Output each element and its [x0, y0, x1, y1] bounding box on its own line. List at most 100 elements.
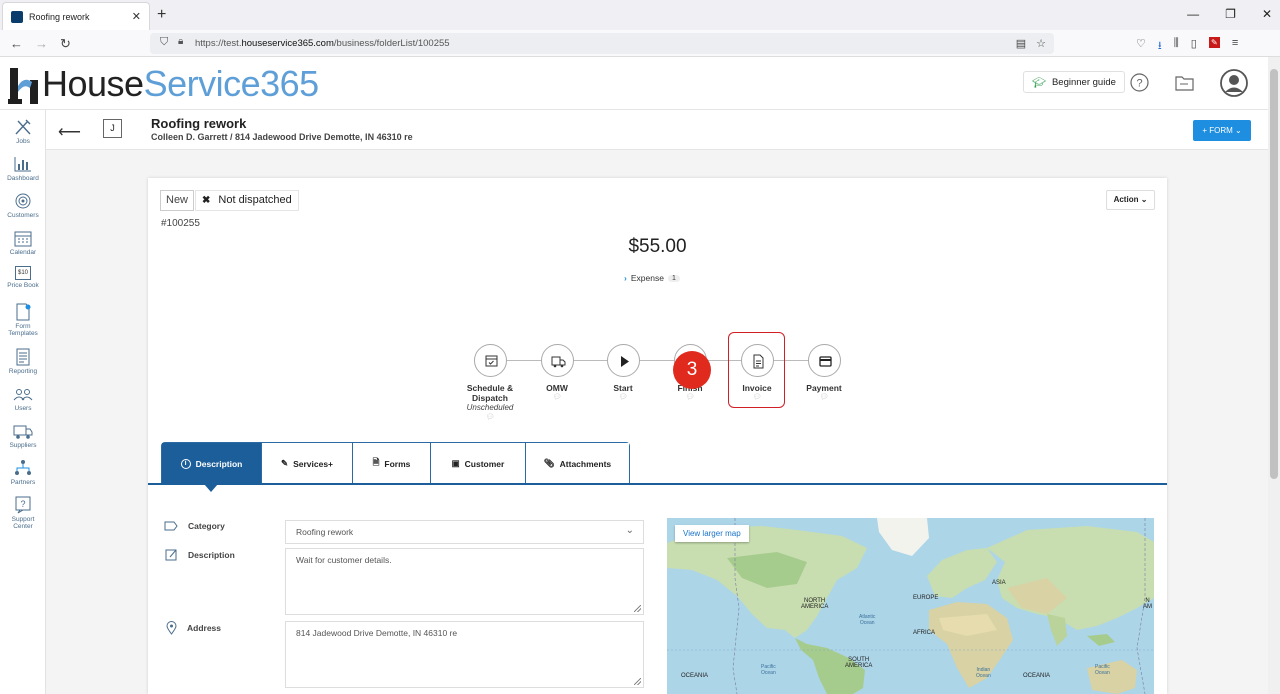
sidebar-item-price-book[interactable]: $10 Price Book	[0, 266, 46, 289]
view-larger-map-button[interactable]: View larger map	[675, 525, 749, 542]
resize-handle-icon[interactable]	[634, 678, 641, 685]
pencil-icon: ✎	[280, 458, 289, 468]
graduation-cap-icon: 🎓︎	[1032, 76, 1046, 89]
restore-icon[interactable]: ❐	[1225, 7, 1236, 21]
help-icon: ?	[13, 496, 33, 514]
reload-icon[interactable]: ↻	[60, 36, 71, 52]
close-icon: ✖	[202, 195, 211, 206]
dispatch-status-badge[interactable]: ✖ Not dispatched	[195, 190, 299, 211]
resize-handle-icon[interactable]	[634, 605, 641, 612]
tag-icon	[164, 521, 178, 531]
help-icon[interactable]: ?	[1130, 73, 1149, 92]
app-header: HouseService365 🎓︎ Beginner guide ?	[0, 57, 1268, 110]
dispatch-status-label: Not dispatched	[218, 194, 292, 206]
sidebar-item-users[interactable]: Users	[0, 385, 46, 412]
menu-icon[interactable]: ≡	[1232, 37, 1238, 56]
sidebar-item-label: Price Book	[7, 282, 39, 289]
map-label-north-america-right: N AM	[1143, 598, 1152, 610]
map-label-europe: EUROPE	[913, 595, 939, 601]
sidebar: Jobs Dashboard Customers Calendar $10 Pr…	[0, 110, 46, 694]
tab-label: Customer	[464, 458, 505, 469]
chevron-down-icon: ⌄	[625, 525, 634, 536]
map-label-south-america: SOUTH AMERICA	[845, 657, 873, 669]
chart-icon	[13, 155, 33, 173]
close-tab-icon[interactable]: ✕	[132, 10, 141, 23]
tab-forms[interactable]: 🗎︎ Forms	[353, 443, 431, 484]
sidebar-item-label: Support Center	[11, 516, 35, 530]
map-view[interactable]: NORTH AMERICA EUROPE ASIA AFRICA SOUTH AME…	[667, 518, 1154, 694]
sidebar-toggle-icon[interactable]: ▯	[1191, 37, 1197, 56]
tab-attachments[interactable]: 📎︎ Attachments	[526, 443, 629, 484]
category-label: Category	[164, 521, 225, 531]
tab-services[interactable]: ✎ Services+	[262, 443, 353, 484]
sidebar-item-jobs[interactable]: Jobs	[0, 118, 46, 145]
tab-label: Attachments	[559, 458, 612, 469]
sidebar-item-dashboard[interactable]: Dashboard	[0, 155, 46, 182]
sidebar-item-reporting[interactable]: Reporting	[0, 348, 46, 375]
address-label: Address	[166, 621, 221, 635]
document-icon: 🗎︎	[372, 456, 380, 467]
calendar-check-icon	[473, 344, 507, 377]
job-number: #100255	[161, 218, 200, 229]
beginner-guide-button[interactable]: 🎓︎ Beginner guide	[1023, 71, 1125, 93]
sidebar-item-form-templates[interactable]: Form Templates	[0, 303, 46, 337]
sidebar-item-partners[interactable]: Partners	[0, 459, 46, 486]
pocket-icon[interactable]: ♡	[1136, 37, 1146, 56]
forward-icon[interactable]: →	[35, 36, 48, 52]
truck-icon	[540, 344, 574, 377]
browser-tab-bar: Roofing rework ✕ + — ❐ ✕	[0, 0, 1280, 30]
folder-icon[interactable]	[1175, 74, 1194, 91]
step-sublabel: Unscheduled	[466, 403, 514, 412]
map-label-atlantic: Atlantic Ocean	[859, 614, 876, 626]
tab-description[interactable]: i Description	[162, 443, 262, 484]
download-icon[interactable]: ⭳	[1158, 37, 1162, 56]
beginner-guide-label: Beginner guide	[1051, 76, 1116, 88]
sidebar-item-suppliers[interactable]: Suppliers	[0, 422, 46, 449]
sidebar-item-customers[interactable]: Customers	[0, 192, 46, 219]
add-form-button[interactable]: + FORM ⌄	[1193, 120, 1251, 141]
tab-label: Description	[195, 458, 243, 469]
address-textarea[interactable]: 814 Jadewood Drive Demotte, IN 46310 re	[285, 621, 644, 688]
reader-view-icon[interactable]: ▤	[1016, 37, 1026, 50]
sidebar-item-calendar[interactable]: Calendar	[0, 229, 46, 256]
expense-toggle[interactable]: › Expense 1	[624, 273, 680, 283]
action-dropdown-button[interactable]: Action ⌄	[1106, 190, 1155, 210]
pipeline-step-payment[interactable]: Payment 💬︎	[784, 344, 864, 402]
bookmark-star-icon[interactable]: ☆	[1036, 37, 1046, 50]
sidebar-item-support-center[interactable]: ? Support Center	[0, 496, 46, 530]
sidebar-item-label: Jobs	[16, 138, 30, 145]
extension-icon[interactable]: ✎	[1208, 37, 1220, 48]
page-scrollbar[interactable]	[1268, 57, 1280, 694]
calendar-icon	[13, 229, 33, 247]
category-select[interactable]: Roofing rework ⌄	[285, 520, 644, 544]
minimize-icon[interactable]: —	[1187, 7, 1199, 21]
description-textarea[interactable]: Wait for customer details.	[285, 548, 644, 615]
paperclip-icon: 📎︎	[543, 458, 555, 468]
tab-customer[interactable]: ▣ Customer	[431, 443, 526, 484]
lock-icon: 🔒︎	[178, 36, 184, 47]
credit-card-icon	[807, 344, 841, 377]
sidebar-item-label: Form Templates	[8, 323, 38, 337]
status-new-badge[interactable]: New	[160, 190, 195, 211]
sidebar-item-label: Users	[14, 405, 32, 412]
comment-icon[interactable]: 💬︎	[450, 413, 530, 422]
url-bar[interactable]: ⛉ 🔒︎ https://test.houseservice365.com/bu…	[150, 33, 1054, 54]
back-arrow-icon[interactable]: ⟵	[58, 122, 81, 142]
browser-tab[interactable]: Roofing rework ✕	[2, 2, 150, 30]
close-window-icon[interactable]: ✕	[1262, 7, 1272, 21]
map-label-pacific-right: Pacific Ocean	[1095, 664, 1110, 676]
back-icon[interactable]: ←	[10, 36, 23, 52]
scrollbar-thumb[interactable]	[1270, 69, 1278, 479]
new-tab-icon[interactable]: +	[157, 6, 166, 24]
sidebar-item-label: Dashboard	[7, 175, 39, 182]
sidebar-item-label: Reporting	[8, 368, 38, 375]
map-label-pacific-left: Pacific Ocean	[761, 664, 776, 676]
url-text: https://test.houseservice365.com/busines…	[195, 38, 450, 49]
brand-name: HouseService365	[42, 63, 319, 104]
library-icon[interactable]: ⫼	[1174, 37, 1179, 56]
brand-logo[interactable]: HouseService365	[8, 64, 319, 104]
report-icon	[13, 348, 33, 366]
comment-icon[interactable]: 💬︎	[784, 393, 864, 402]
user-avatar-icon[interactable]	[1220, 69, 1248, 97]
info-icon: i	[180, 458, 191, 469]
